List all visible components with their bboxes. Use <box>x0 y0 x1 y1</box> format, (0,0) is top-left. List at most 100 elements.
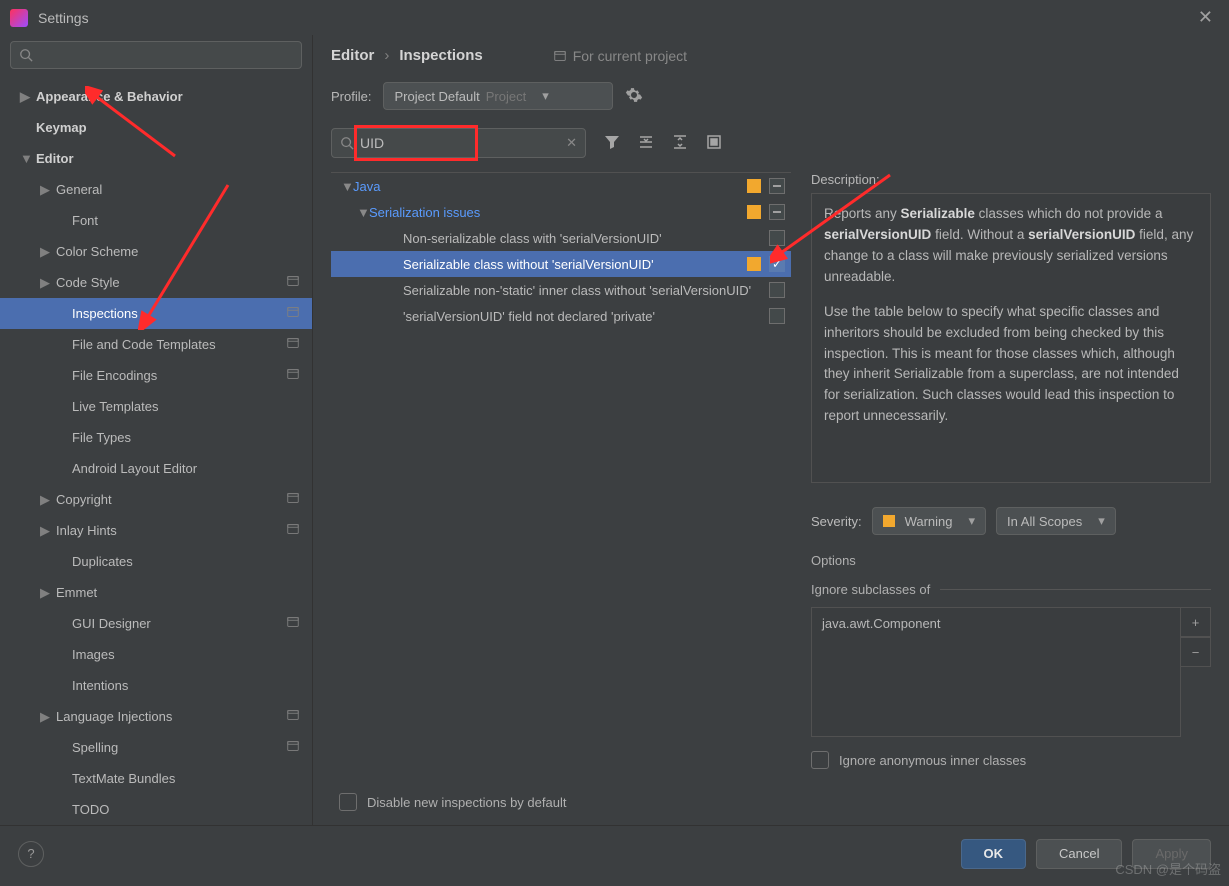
apply-button[interactable]: Apply <box>1132 839 1211 869</box>
cancel-button[interactable]: Cancel <box>1036 839 1122 869</box>
inspection-label: 'serialVersionUID' field not declared 'p… <box>403 309 655 324</box>
search-icon <box>19 48 33 62</box>
sidebar-item[interactable]: Inspections <box>0 298 312 329</box>
app-icon <box>10 9 28 27</box>
help-button[interactable]: ? <box>18 841 44 867</box>
sidebar-item-label: Emmet <box>56 585 97 600</box>
inspection-search[interactable]: ✕ <box>331 128 586 158</box>
sidebar-search[interactable] <box>10 41 302 69</box>
sidebar-item[interactable]: ▶ Emmet <box>0 577 312 608</box>
reset-icon[interactable] <box>706 134 722 153</box>
chevron-icon: ▶ <box>40 182 50 198</box>
add-button[interactable]: + <box>1180 607 1211 637</box>
inspection-checkbox[interactable] <box>769 308 785 324</box>
collapse-all-icon[interactable] <box>672 134 688 153</box>
inspection-checkbox[interactable] <box>769 230 785 246</box>
sidebar-item[interactable]: TODO <box>0 794 312 825</box>
sidebar-item-label: Code Style <box>56 275 120 290</box>
ignore-subclasses-list[interactable]: java.awt.Component <box>811 607 1181 737</box>
description-p2: Use the table below to specify what spec… <box>824 302 1198 428</box>
inspection-checkbox[interactable] <box>769 178 785 194</box>
sidebar-item[interactable]: ▶Language Injections <box>0 701 312 732</box>
sidebar-item[interactable]: Keymap <box>0 112 312 143</box>
inspection-row[interactable]: Serializable non-'static' inner class wi… <box>331 277 791 303</box>
inspection-row[interactable]: ▼Serialization issues <box>331 199 791 225</box>
settings-tree[interactable]: ▶Appearance & BehaviorKeymap▼Editor▶Gene… <box>0 79 312 825</box>
sidebar-item[interactable]: File and Code Templates <box>0 329 312 360</box>
clear-icon[interactable]: ✕ <box>566 135 577 151</box>
severity-swatch <box>747 179 761 193</box>
project-icon <box>553 49 567 63</box>
description-p1: Reports any Serializable classes which d… <box>824 204 1198 288</box>
breadcrumb: Editor › Inspections For current project <box>331 47 1211 64</box>
inspection-search-input[interactable] <box>360 135 566 151</box>
sidebar-item-label: Inlay Hints <box>56 523 117 538</box>
severity-dropdown[interactable]: Warning ▾ <box>872 507 986 535</box>
sidebar-item-label: TextMate Bundles <box>72 771 175 786</box>
inspection-tree[interactable]: ▼Java▼Serialization issues Non-serializab… <box>331 172 791 785</box>
sidebar-item[interactable]: TextMate Bundles <box>0 763 312 794</box>
sidebar-item[interactable]: ▶Color Scheme <box>0 236 312 267</box>
sidebar-item[interactable]: ▶General <box>0 174 312 205</box>
sidebar-item[interactable]: Intentions <box>0 670 312 701</box>
description-label: Description: <box>811 172 1211 187</box>
sidebar-item[interactable]: Android Layout Editor <box>0 453 312 484</box>
ignore-anonymous-checkbox[interactable] <box>811 751 829 769</box>
inspection-toolbar: ✕ <box>331 128 1211 158</box>
breadcrumb-root[interactable]: Editor <box>331 47 374 64</box>
sidebar-item[interactable]: Spelling <box>0 732 312 763</box>
sidebar-item[interactable]: ▶Code Style <box>0 267 312 298</box>
inspection-row[interactable]: 'serialVersionUID' field not declared 'p… <box>331 303 791 329</box>
inspection-row[interactable]: Non-serializable class with 'serialVersi… <box>331 225 791 251</box>
sidebar-item[interactable]: ▶Inlay Hints <box>0 515 312 546</box>
inspection-label: Non-serializable class with 'serialVersi… <box>403 231 662 246</box>
severity-swatch <box>747 257 761 271</box>
remove-button[interactable]: − <box>1180 637 1211 667</box>
sidebar-item-label: Font <box>72 213 98 228</box>
chevron-icon: ▶ <box>40 585 50 601</box>
inspection-checkbox[interactable] <box>769 256 785 272</box>
sidebar-item[interactable]: Duplicates <box>0 546 312 577</box>
ok-button[interactable]: OK <box>961 839 1027 869</box>
filter-icon[interactable] <box>604 134 620 153</box>
sidebar-item[interactable]: Images <box>0 639 312 670</box>
settings-sidebar: ▶Appearance & BehaviorKeymap▼Editor▶Gene… <box>0 35 313 825</box>
sidebar-item-label: GUI Designer <box>72 616 151 631</box>
chevron-down-icon: ▾ <box>542 88 549 104</box>
disable-new-inspections-checkbox[interactable] <box>339 793 357 811</box>
chevron-icon: ▶ <box>20 89 30 105</box>
inspection-label: Serializable non-'static' inner class wi… <box>403 283 751 298</box>
sidebar-item[interactable]: File Encodings <box>0 360 312 391</box>
profile-dropdown[interactable]: Project Default Project ▾ <box>383 82 613 110</box>
scope-dropdown[interactable]: In All Scopes ▾ <box>996 507 1116 535</box>
sidebar-item[interactable]: ▼Editor <box>0 143 312 174</box>
close-icon[interactable]: ✕ <box>1192 7 1219 28</box>
sidebar-item[interactable]: Live Templates <box>0 391 312 422</box>
sidebar-item[interactable]: ▶Copyright <box>0 484 312 515</box>
inspection-checkbox[interactable] <box>769 204 785 220</box>
sidebar-item-label: Android Layout Editor <box>72 461 197 476</box>
sidebar-item-label: Duplicates <box>72 554 133 569</box>
sidebar-item-label: Spelling <box>72 740 118 755</box>
chevron-icon: ▶ <box>40 492 50 508</box>
chevron-down-icon: ▾ <box>1098 513 1105 529</box>
list-item[interactable]: java.awt.Component <box>822 616 1170 631</box>
description-text: Reports any Serializable classes which d… <box>811 193 1211 483</box>
sidebar-item[interactable]: Font <box>0 205 312 236</box>
settings-content: Editor › Inspections For current project… <box>313 35 1229 825</box>
ignore-list-buttons: + − <box>1181 607 1211 737</box>
sidebar-item[interactable]: ▶Appearance & Behavior <box>0 81 312 112</box>
chevron-icon: ▼ <box>341 179 353 194</box>
gear-icon[interactable] <box>625 86 643 107</box>
chevron-icon: ▼ <box>20 151 30 166</box>
sidebar-item[interactable]: GUI Designer <box>0 608 312 639</box>
sidebar-item-label: Images <box>72 647 115 662</box>
sidebar-item-label: Live Templates <box>72 399 158 414</box>
project-scope-icon <box>286 336 300 353</box>
inspection-row[interactable]: Serializable class without 'serialVersio… <box>331 251 791 277</box>
sidebar-item[interactable]: File Types <box>0 422 312 453</box>
inspection-row[interactable]: ▼Java <box>331 173 791 199</box>
inspection-checkbox[interactable] <box>769 282 785 298</box>
expand-all-icon[interactable] <box>638 134 654 153</box>
sidebar-search-input[interactable] <box>39 48 293 63</box>
